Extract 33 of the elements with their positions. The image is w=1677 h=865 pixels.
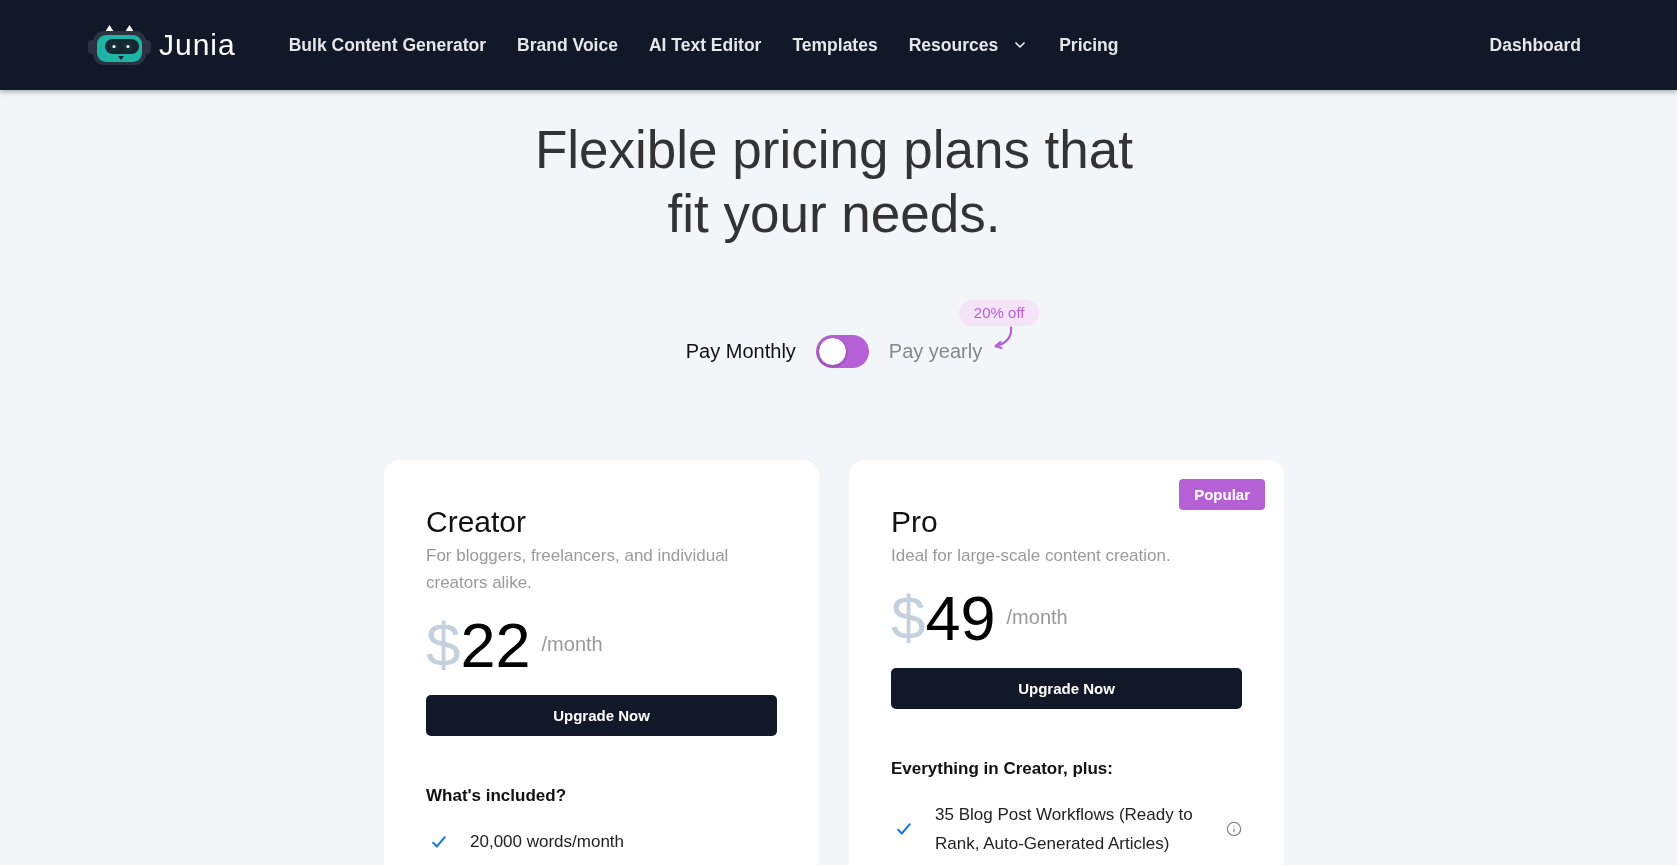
price-period: /month xyxy=(1006,605,1068,629)
features-heading: Everything in Creator, plus: xyxy=(891,758,1114,780)
plan-name: Pro xyxy=(891,504,939,540)
logo-link[interactable]: Junia xyxy=(88,25,236,65)
upgrade-button[interactable]: Upgrade Now xyxy=(426,695,777,736)
billing-option-label[interactable]: Pay Monthly xyxy=(685,340,796,363)
check-icon xyxy=(897,823,911,835)
currency-symbol: $ xyxy=(891,582,926,654)
price-amount: 22 xyxy=(460,609,531,681)
price-period: /month xyxy=(541,632,603,656)
info-icon[interactable] xyxy=(1226,821,1242,837)
nav-dropdown[interactable]: Resources xyxy=(908,34,1029,56)
plan-description: Ideal for large-scale content creation. xyxy=(891,545,1172,567)
plan-name: Creator xyxy=(426,504,528,540)
discount-badge: 20% off xyxy=(958,300,1040,326)
plan-description: For bloggers, freelancers, and individual creators alike. xyxy=(426,545,730,594)
check-icon xyxy=(432,835,446,848)
feature-text: 35 Blog Post Workflows (Ready to Rank, Auto-Generated Articles) xyxy=(935,804,1194,855)
nav-link[interactable]: AI Text Editor xyxy=(648,34,762,56)
currency-symbol: $ xyxy=(426,609,461,681)
nav-link[interactable]: Brand Voice xyxy=(517,34,618,56)
nav-link[interactable]: Pricing xyxy=(1059,34,1119,56)
upgrade-button[interactable]: Upgrade Now xyxy=(891,668,1242,709)
logo-icon xyxy=(88,25,151,65)
dashboard-link[interactable]: Dashboard xyxy=(1489,34,1581,56)
popular-badge: Popular xyxy=(1179,479,1265,510)
feature-text: 20,000 words/month xyxy=(470,831,626,853)
billing-toggle[interactable] xyxy=(815,335,869,368)
nav-link[interactable]: Bulk Content Generator xyxy=(288,34,487,56)
nav-link[interactable]: Templates xyxy=(792,34,878,56)
page-heading: Flexible pricing plans that fit your needs. xyxy=(533,119,1134,245)
features-heading: What's included? xyxy=(426,785,568,807)
price-amount: 49 xyxy=(925,582,996,654)
